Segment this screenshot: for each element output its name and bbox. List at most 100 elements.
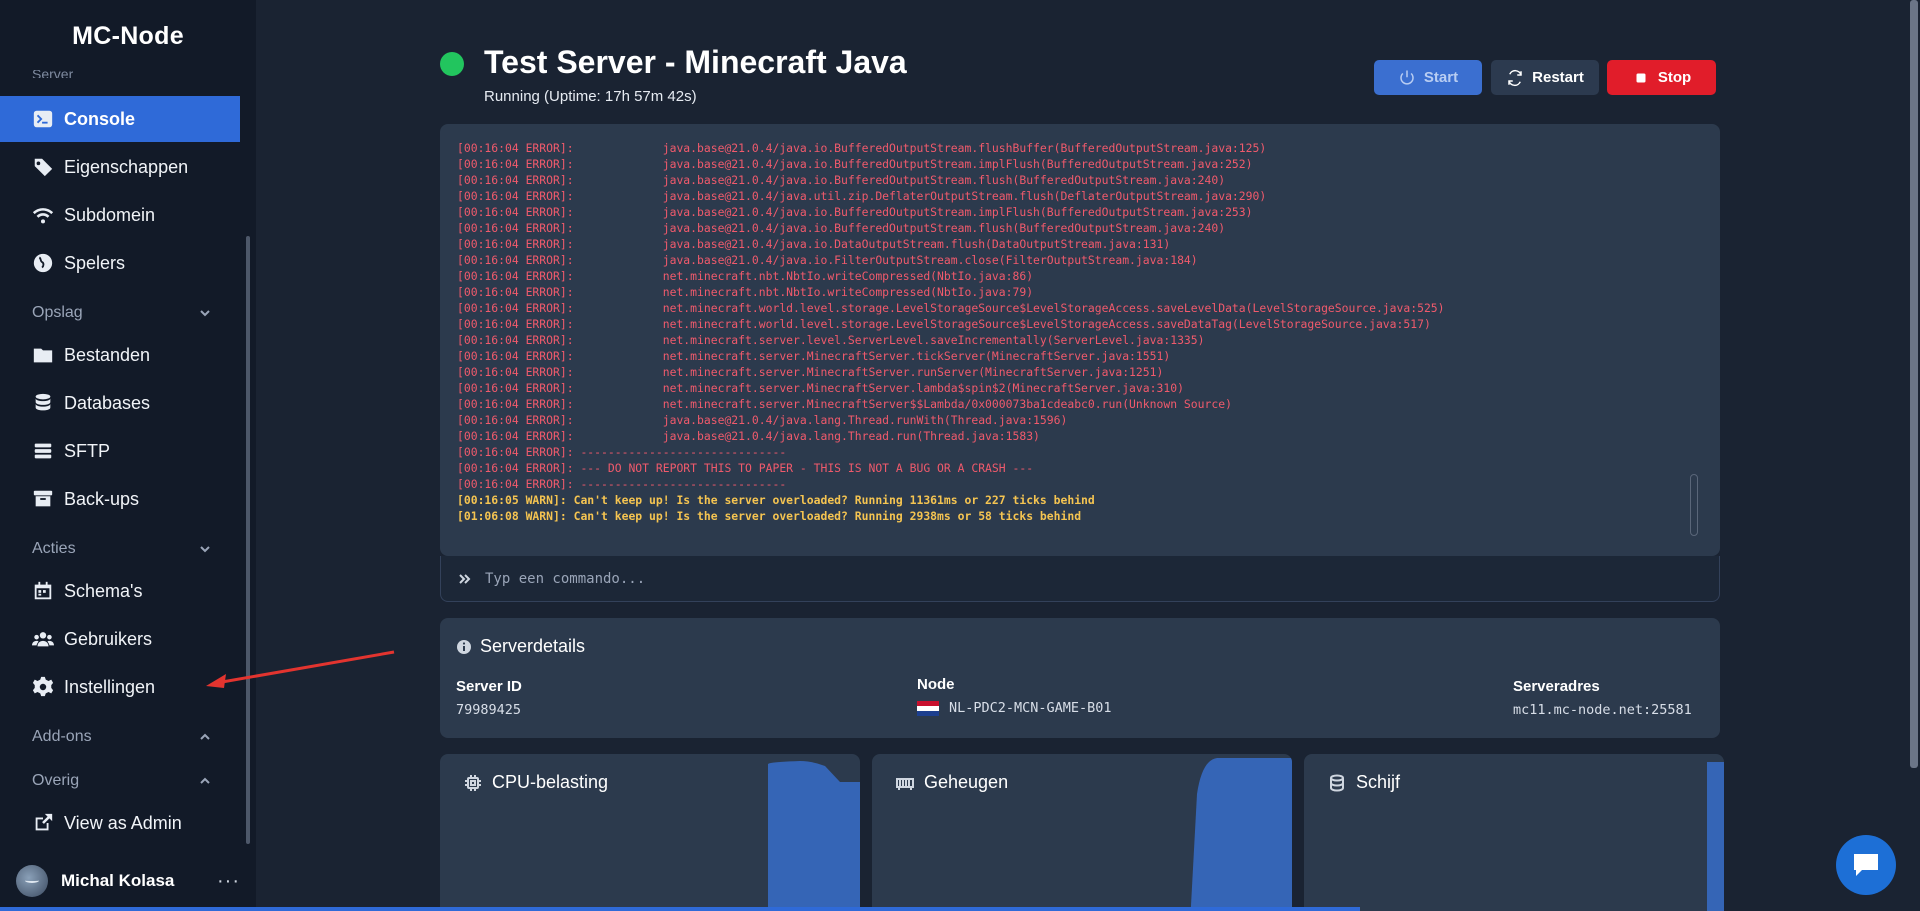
- console-line: [00:16:04 ERROR]: net.minecraft.server.M…: [457, 365, 1164, 379]
- sidebar-item-view-as-admin[interactable]: View as Admin: [0, 800, 240, 846]
- server-details-title: Serverdetails: [456, 636, 585, 657]
- chat-icon: [1854, 854, 1878, 876]
- annotation-arrow: [206, 650, 395, 688]
- chevrons-right-icon: [457, 571, 473, 587]
- gear-icon: [32, 676, 54, 698]
- sidebar-item-subdomein[interactable]: Subdomein: [0, 192, 240, 238]
- sidebar-item-label: Gebruikers: [64, 628, 153, 649]
- database-icon: [32, 392, 54, 414]
- brand-logo[interactable]: MC-Node: [0, 22, 256, 51]
- sidebar-item-schemas[interactable]: Schema's: [0, 568, 240, 614]
- disk-card-title: Schijf: [1328, 772, 1400, 793]
- console-line: [00:16:04 ERROR]: java.base@21.0.4/java.…: [457, 429, 1040, 443]
- console-line: [00:16:04 ERROR]: java.base@21.0.4/java.…: [457, 173, 1226, 187]
- command-bar: [440, 556, 1720, 602]
- sidebar-scrollbar[interactable]: [246, 236, 250, 844]
- cpu-label: CPU-belasting: [492, 772, 609, 792]
- sidebar-item-console[interactable]: Console: [0, 96, 240, 142]
- console-scrollbar[interactable]: [1690, 474, 1698, 536]
- console-line: [00:16:04 ERROR]: net.minecraft.world.le…: [457, 301, 1445, 315]
- memory-icon: [896, 777, 914, 790]
- start-button[interactable]: Start: [1374, 60, 1482, 95]
- user-profile[interactable]: Michal Kolasa ···: [16, 864, 240, 898]
- node-label: Node: [917, 676, 955, 693]
- chevron-up-icon: [198, 730, 212, 744]
- users-icon: [32, 628, 54, 650]
- console-line: [00:16:04 ERROR]: net.minecraft.world.le…: [457, 317, 1431, 331]
- netherlands-flag-icon: [917, 700, 939, 716]
- memory-card: Geheugen: [872, 754, 1292, 911]
- section-overig[interactable]: Overig: [32, 769, 212, 793]
- restart-button-label: Restart: [1532, 69, 1584, 86]
- sidebar-item-databases[interactable]: Databases: [0, 380, 240, 426]
- console-line: [01:06:08 WARN]: Can't keep up! Is the s…: [457, 509, 1082, 523]
- console-output[interactable]: [00:16:04 ERROR]: java.base@21.0.4/java.…: [440, 124, 1720, 556]
- section-label: Opslag: [32, 304, 83, 321]
- database-icon: [1330, 774, 1344, 792]
- status-indicator: [440, 52, 464, 76]
- section-label-server: Server: [32, 70, 74, 78]
- sidebar-item-back-ups[interactable]: Back-ups: [0, 476, 240, 522]
- sidebar-item-label: Schema's: [64, 580, 143, 601]
- server-status-text: Running (Uptime: 17h 57m 42s): [484, 88, 697, 105]
- sidebar-item-label: View as Admin: [64, 812, 182, 833]
- more-options-icon[interactable]: ···: [217, 870, 240, 893]
- calendar-icon: [32, 580, 54, 602]
- console-line: [00:16:04 ERROR]: net.minecraft.nbt.NbtI…: [457, 269, 1034, 283]
- chevron-up-icon: [198, 774, 212, 788]
- server-details-card: Serverdetails Server ID 79989425 Node NL…: [440, 618, 1720, 738]
- console-line: [00:16:04 ERROR]: java.base@21.0.4/java.…: [457, 189, 1267, 203]
- section-opslag[interactable]: Opslag: [32, 301, 212, 325]
- cpu-card: CPU-belasting: [440, 754, 860, 911]
- disk-card: Schijf: [1304, 754, 1724, 911]
- memory-card-title: Geheugen: [896, 772, 1008, 793]
- sidebar-item-label: Eigenschappen: [64, 156, 189, 177]
- archive-icon: [32, 488, 54, 510]
- stop-button[interactable]: Stop: [1607, 60, 1716, 95]
- info-icon: [457, 639, 471, 654]
- disk-label: Schijf: [1356, 772, 1401, 792]
- page-scrollbar[interactable]: [1910, 0, 1918, 768]
- console-line: [00:16:05 WARN]: Can't keep up! Is the s…: [457, 493, 1095, 507]
- sidebar-item-sftp[interactable]: SFTP: [0, 428, 240, 474]
- console-line: [00:16:04 ERROR]: net.minecraft.server.M…: [457, 349, 1171, 363]
- console-line: [00:16:04 ERROR]: java.base@21.0.4/java.…: [457, 141, 1267, 155]
- section-label: Overig: [32, 772, 80, 789]
- sidebar-item-label: Bestanden: [64, 344, 151, 365]
- start-button-label: Start: [1423, 69, 1459, 86]
- section-acties[interactable]: Acties: [32, 537, 212, 561]
- section-label: Add-ons: [32, 728, 92, 745]
- console-line: [00:16:04 ERROR]: java.base@21.0.4/java.…: [457, 237, 1171, 251]
- sidebar-item-eigenschappen[interactable]: Eigenschappen: [0, 144, 240, 190]
- sidebar-item-label: SFTP: [64, 440, 111, 461]
- chat-button[interactable]: [1836, 835, 1896, 895]
- terminal-icon: [32, 108, 54, 130]
- command-input[interactable]: [485, 570, 1719, 587]
- console-log: [00:16:04 ERROR]: java.base@21.0.4/java.…: [457, 140, 1700, 524]
- wifi-icon: [32, 204, 54, 226]
- section-add-ons[interactable]: Add-ons: [32, 725, 212, 749]
- sidebar-item-spelers[interactable]: Spelers: [0, 240, 240, 286]
- cpu-icon: [465, 774, 481, 791]
- node-value: NL-PDC2-MCN-GAME-B01: [917, 700, 1112, 716]
- globe-icon: [32, 252, 54, 274]
- restart-button[interactable]: Restart: [1491, 60, 1599, 95]
- memory-label: Geheugen: [924, 772, 1009, 792]
- stack-icon: [32, 440, 54, 462]
- avatar: [16, 865, 48, 897]
- server-id-value: 79989425: [456, 702, 522, 718]
- console-line: [00:16:04 ERROR]: java.base@21.0.4/java.…: [457, 221, 1226, 235]
- server-address-label: Serveradres: [1513, 678, 1600, 695]
- cpu-card-title: CPU-belasting: [464, 772, 608, 793]
- console-line: [00:16:04 ERROR]: net.minecraft.server.l…: [457, 333, 1205, 347]
- page-title: Test Server - Minecraft Java: [484, 44, 907, 80]
- sidebar-item-bestanden[interactable]: Bestanden: [0, 332, 240, 378]
- user-name: Michal Kolasa: [61, 871, 175, 890]
- console-line: [00:16:04 ERROR]: net.minecraft.server.M…: [457, 397, 1232, 411]
- sidebar-item-label: Subdomein: [64, 204, 156, 225]
- sidebar-item-label: Databases: [64, 392, 151, 413]
- refresh-icon: [1508, 69, 1522, 86]
- sidebar-item-label: Instellingen: [64, 676, 156, 697]
- node-name: NL-PDC2-MCN-GAME-B01: [949, 700, 1112, 716]
- console-line: [00:16:04 ERROR]: net.minecraft.nbt.NbtI…: [457, 285, 1034, 299]
